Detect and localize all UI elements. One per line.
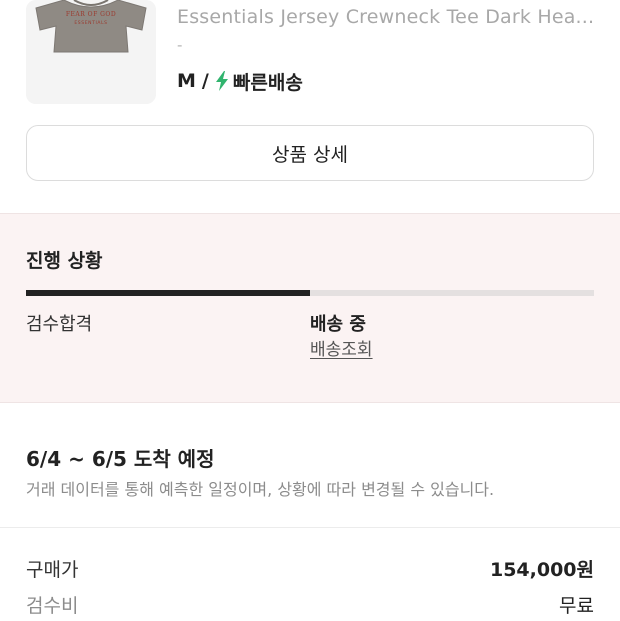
shipping-type: 빠른배송 [232, 71, 303, 94]
progress-section: 진행 상황 검수합격 배송 중 배송조회 [0, 213, 620, 403]
product-name: Essentials Jersey Crewneck Tee Dark Hea.… [177, 6, 595, 28]
purchase-price-row: 구매가 154,000원 [26, 555, 594, 585]
progress-bar [26, 290, 594, 296]
progress-bar-fill [26, 290, 310, 296]
arrival-estimate: 6/4 ~ 6/5 도착 예정 [26, 447, 215, 471]
inspection-fee-row: 검수비 무료 [26, 591, 594, 621]
step-inspection-passed: 검수합격 [26, 314, 93, 335]
track-shipment-link[interactable]: 배송조회 [310, 335, 373, 360]
product-thumbnail[interactable]: FEAR OF GOD ESSENTIALS [26, 0, 156, 104]
option-separator: / [201, 70, 209, 92]
product-detail-button[interactable]: 상품 상세 [26, 125, 594, 181]
svg-text:FEAR OF GOD: FEAR OF GOD [66, 11, 116, 18]
product-option: M / 빠른배송 [177, 68, 303, 94]
step-shipping: 배송 중 [310, 314, 366, 335]
purchase-price-value: 154,000원 [489, 559, 594, 581]
progress-title: 진행 상황 [26, 250, 103, 272]
purchase-price-label: 구매가 [26, 559, 79, 581]
inspection-fee-value: 무료 [559, 595, 594, 617]
svg-text:ESSENTIALS: ESSENTIALS [74, 20, 107, 26]
product-subtitle: - [177, 36, 183, 54]
tshirt-image: FEAR OF GOD ESSENTIALS [26, 0, 156, 104]
size-label: M [177, 70, 196, 92]
product-summary[interactable]: FEAR OF GOD ESSENTIALS Essentials Jersey… [0, 0, 620, 112]
lightning-icon [215, 71, 228, 91]
divider [0, 527, 620, 528]
arrival-note: 거래 데이터를 통해 예측한 일정이며, 상황에 따라 변경될 수 있습니다. [26, 480, 495, 499]
inspection-fee-label: 검수비 [26, 595, 79, 617]
